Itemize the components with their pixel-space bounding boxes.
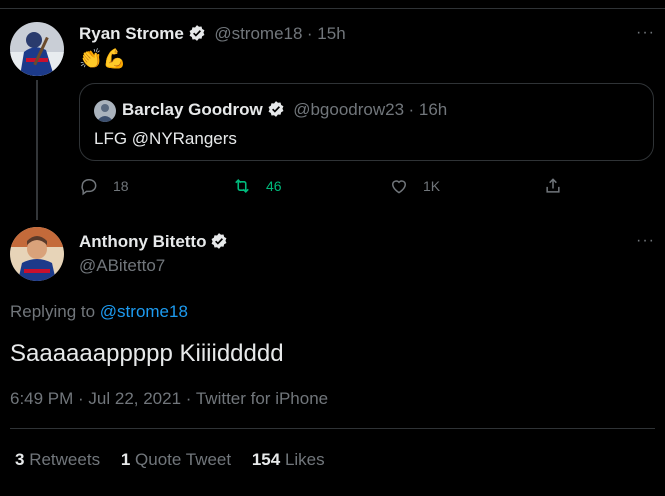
heart-icon xyxy=(391,180,407,194)
quoted-tweet[interactable]: Barclay Goodrow @bgoodrow23 · 16h LFG @N… xyxy=(79,83,654,161)
verified-icon xyxy=(268,101,284,117)
share-icon xyxy=(546,178,560,193)
verified-icon xyxy=(212,233,227,249)
top-divider xyxy=(0,0,665,9)
thread-line xyxy=(36,80,38,220)
replying-to-label: Replying to xyxy=(10,302,96,321)
like-button[interactable]: 1K xyxy=(389,176,440,196)
verified-icon xyxy=(189,25,205,41)
divider xyxy=(10,428,655,429)
quote-avatar xyxy=(94,100,116,122)
author-handle[interactable]: @strome18 xyxy=(214,24,302,43)
replying-to-line: Replying to @strome18 xyxy=(10,302,188,322)
tweet-header: Ryan Strome @strome18 · 15h xyxy=(79,24,346,44)
quote-avatar-image xyxy=(94,100,116,122)
quote-author-handle: @bgoodrow23 xyxy=(293,100,405,119)
quote-text: LFG @NYRangers xyxy=(94,129,237,148)
reply-count: 18 xyxy=(113,178,129,194)
retweets-stat[interactable]: 3 Retweets xyxy=(15,450,100,469)
tweet-timestamp[interactable]: 6:49 PM · Jul 22, 2021 · Twitter for iPh… xyxy=(10,389,328,409)
retweets-count: 3 xyxy=(15,450,25,469)
more-options-icon[interactable]: ··· xyxy=(636,24,655,42)
quote-author-name: Barclay Goodrow xyxy=(122,100,263,119)
author-name[interactable]: Ryan Strome xyxy=(79,24,184,43)
likes-count: 154 xyxy=(251,450,281,469)
quote-header: Barclay Goodrow @bgoodrow23 · 16h xyxy=(122,100,447,120)
tweet-time[interactable]: · 15h xyxy=(307,24,346,43)
likes-label: Likes xyxy=(284,450,325,469)
tweet-stats: 3 Retweets 1 Quote Tweet 154 Likes xyxy=(15,450,325,470)
quotes-label: Quote Tweet xyxy=(135,450,232,469)
tweet-text: Saaaaaappppp Kiiiiddddd xyxy=(10,340,284,367)
tweet-actions: 18 46 1K xyxy=(79,176,579,200)
retweet-button[interactable]: 46 xyxy=(232,176,282,196)
author-handle[interactable]: @ABitetto7 xyxy=(79,256,165,276)
quotes-count: 1 xyxy=(120,450,131,469)
more-options-icon[interactable]: ··· xyxy=(636,232,655,250)
quotes-stat[interactable]: 1 Quote Tweet xyxy=(121,450,231,469)
avatar-image xyxy=(10,22,64,76)
reply-icon xyxy=(81,179,97,196)
avatar[interactable] xyxy=(10,22,64,76)
likes-stat[interactable]: 154 Likes xyxy=(252,450,325,469)
retweet-count: 46 xyxy=(266,178,282,194)
like-count: 1K xyxy=(423,178,441,194)
author-name[interactable]: Anthony Bitetto xyxy=(79,232,206,251)
retweet-icon xyxy=(235,179,249,193)
share-button[interactable] xyxy=(543,176,577,196)
avatar[interactable] xyxy=(10,227,64,281)
quote-time: · 16h xyxy=(408,100,448,119)
avatar-image xyxy=(10,227,64,281)
reply-button[interactable]: 18 xyxy=(79,176,129,196)
tweet-header: Anthony Bitetto xyxy=(79,232,228,252)
replying-to-link[interactable]: @strome18 xyxy=(100,302,188,321)
retweets-label: Retweets xyxy=(29,450,101,469)
tweet-content: 👏💪 xyxy=(79,49,127,70)
